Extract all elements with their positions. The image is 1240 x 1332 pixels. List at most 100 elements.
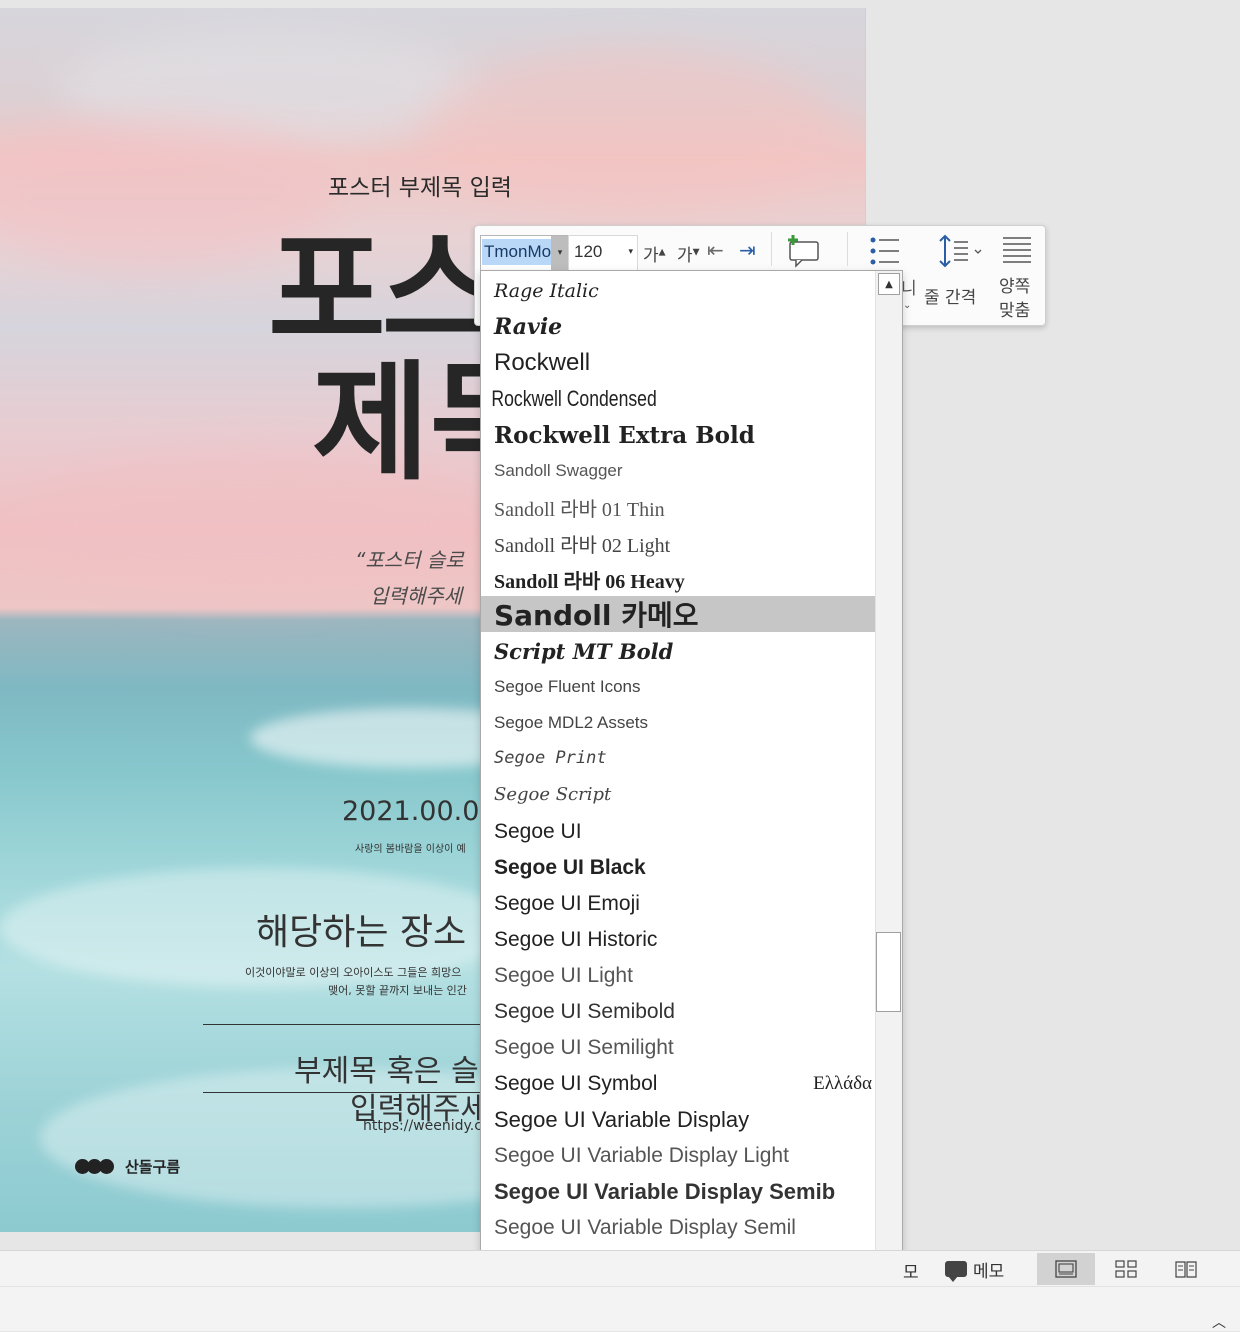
font-list-item[interactable]: Segoe UI Symbol Ελλάδα (481, 1066, 876, 1102)
font-list-item[interactable]: Sandoll 라바 06 Heavy (481, 561, 876, 597)
font-list-item[interactable]: Segoe UI Variable Display Light (481, 1138, 876, 1174)
font-list-item[interactable]: Segoe UI Variable Display Semib (481, 1174, 876, 1210)
font-list-item-label: Segoe UI Emoji (494, 892, 640, 915)
notes-button-label[interactable]: 모 (903, 1258, 919, 1283)
font-list-item-label: Segoe UI (494, 820, 582, 843)
font-list-item-label: Segoe UI Historic (494, 928, 658, 951)
font-list-item[interactable]: Segoe Fluent Icons (481, 669, 876, 705)
justify-label-line2: 맞춤 (999, 301, 1031, 321)
font-list-item[interactable]: Segoe UI Black (481, 850, 876, 886)
normal-view-button[interactable] (1037, 1253, 1095, 1285)
font-list-item-label: Segoe UI Semibold (494, 1000, 675, 1023)
justify-label-line1: 양쪽 (999, 277, 1031, 297)
reading-view-button[interactable] (1157, 1253, 1215, 1285)
font-list-item[interactable]: Segoe MDL2 Assets (481, 705, 876, 741)
font-name-dropdown-list[interactable]: Rage Italic Ravie Rockwell Rockwell Condens… (480, 270, 903, 1280)
font-list-item[interactable]: Segoe UI Variable Display Semil (481, 1210, 876, 1246)
font-list-item[interactable]: Segoe UI Light (481, 958, 876, 994)
divider-line (203, 1024, 493, 1025)
ribbon-bottom-strip (0, 1286, 1240, 1331)
font-list-item-label: Script MT Bold (494, 638, 674, 664)
poster-date[interactable]: 2021.00.00 (342, 796, 497, 827)
font-list-item-label: Sandoll 라바 06 Heavy (494, 570, 685, 593)
font-list-item[interactable]: Sandoll 라바 01 Thin (481, 489, 876, 525)
poster-description-line1[interactable]: 이것이야말로 이상의 오아이스도 그들은 희망으 (245, 964, 461, 980)
poster-quote-line1[interactable]: “포스터 슬로 (355, 544, 464, 573)
new-comment-icon (788, 235, 819, 268)
font-list-item[interactable]: Sandoll Swagger (481, 453, 876, 489)
font-name-combobox[interactable]: ▾ (480, 235, 570, 271)
comments-button-label: 메모 (973, 1261, 1005, 1282)
status-bar: 모 메모 (0, 1250, 1240, 1287)
grow-font-button[interactable]: 가▲ (643, 241, 666, 266)
font-list-item-label: Rockwell (494, 349, 591, 376)
font-list-item-label: Segoe UI Variable Display (494, 1107, 750, 1132)
font-list-item-label: Ravie (494, 314, 563, 340)
font-size-input[interactable] (572, 241, 616, 263)
font-list-item[interactable]: Sandoll 라바 02 Light (481, 525, 876, 561)
font-list-item[interactable]: Rage Italic (481, 273, 876, 309)
font-list-item[interactable]: Segoe UI Semilight (481, 1030, 876, 1066)
font-list-item-label: Sandoll Swagger (494, 461, 623, 480)
poster-url[interactable]: https://weenidy.c (363, 1118, 482, 1134)
font-list-item-label: Segoe UI Light (494, 964, 633, 987)
new-comment-button[interactable] (785, 234, 821, 273)
font-list-item-label: Segoe UI Variable Display Semib (494, 1179, 836, 1204)
font-list-item[interactable]: Segoe Script (481, 776, 876, 812)
justify-icon (1003, 237, 1031, 263)
poster-subtitle[interactable]: 포스터 부제목 입력 (328, 168, 512, 202)
increase-indent-button[interactable]: ⇥ (739, 238, 756, 262)
poster-place[interactable]: 해당하는 장소 (256, 903, 466, 955)
font-list-item-label: Rage Italic (494, 280, 599, 302)
decrease-indent-icon: ⇤ (707, 238, 724, 262)
font-list-item[interactable]: Script MT Bold (481, 633, 876, 669)
font-list-item-label: Segoe UI Variable Display Light (494, 1144, 789, 1167)
shrink-font-icon: 가 (677, 246, 693, 266)
decrease-indent-button[interactable]: ⇤ (707, 238, 724, 262)
chevron-down-icon[interactable]: ▾ (551, 236, 569, 270)
sandoll-logo: 산돌구름 (75, 1156, 180, 1177)
vertical-scrollbar[interactable]: ▲ ▼ (875, 271, 902, 1279)
shrink-font-button[interactable]: 가▼ (677, 241, 700, 266)
font-list-item[interactable]: Segoe Print (481, 740, 876, 776)
font-size-combobox[interactable]: ▾ (568, 235, 638, 271)
font-list-item[interactable]: Sandoll 카메오 (481, 596, 876, 632)
chevron-down-icon[interactable]: ⌄ (903, 300, 911, 311)
font-list-item-label: Sandoll 라바 02 Light (494, 534, 671, 557)
font-list-item-label: Rockwell Condensed (491, 386, 657, 411)
font-list-item-label: Sandoll 카메오 (494, 599, 699, 632)
font-list-item[interactable]: Segoe UI Historic (481, 922, 876, 958)
reading-view-icon (1175, 1261, 1197, 1278)
scroll-up-arrow-icon[interactable]: ▲ (878, 273, 900, 295)
toolbar-separator (847, 232, 848, 266)
poster-description-line2[interactable]: 맺어, 못할 끝까지 보내는 인간 (328, 982, 467, 998)
font-list-item-label: Segoe Fluent Icons (494, 677, 641, 696)
font-list-item[interactable]: Ravie (481, 309, 876, 345)
chevron-down-icon[interactable]: ▾ (628, 247, 633, 257)
slide-sorter-view-button[interactable] (1097, 1253, 1155, 1285)
font-list-item-label: Segoe Print (494, 748, 607, 768)
font-list-item-label: Sandoll 라바 01 Thin (494, 498, 665, 521)
chevron-up-icon[interactable]: ︿ (1212, 1312, 1226, 1332)
poster-quote-line2[interactable]: 입력해주세 (370, 580, 462, 609)
comment-icon (945, 1261, 967, 1282)
font-list-item[interactable]: Rockwell Condensed (481, 381, 876, 417)
scrollbar-thumb[interactable] (876, 932, 901, 1012)
bullets-button[interactable] (869, 236, 901, 271)
comments-button[interactable]: 메모 (945, 1256, 1004, 1282)
font-name-input[interactable] (482, 239, 554, 265)
font-list-item[interactable]: Rockwell (481, 345, 876, 381)
line-spacing-button[interactable] (937, 234, 987, 273)
line-spacing-icon (939, 234, 982, 268)
font-list-item[interactable]: Segoe UI Variable Display (481, 1102, 876, 1138)
slide-sorter-icon (1115, 1260, 1137, 1278)
font-list-item[interactable]: Segoe UI (481, 814, 876, 850)
poster-title-line1[interactable]: 포스 (268, 228, 500, 356)
font-list-item[interactable]: Segoe UI Emoji (481, 886, 876, 922)
font-list-item-label: Rockwell Extra Bold (494, 421, 755, 449)
justify-button[interactable] (1002, 236, 1032, 269)
font-list-item[interactable]: Segoe UI Semibold (481, 994, 876, 1030)
poster-small-caption[interactable]: 사랑의 봄바람을 이상이 예 (355, 840, 466, 855)
logo-text: 산돌구름 (125, 1158, 181, 1176)
font-list-item[interactable]: Rockwell Extra Bold (481, 417, 876, 453)
